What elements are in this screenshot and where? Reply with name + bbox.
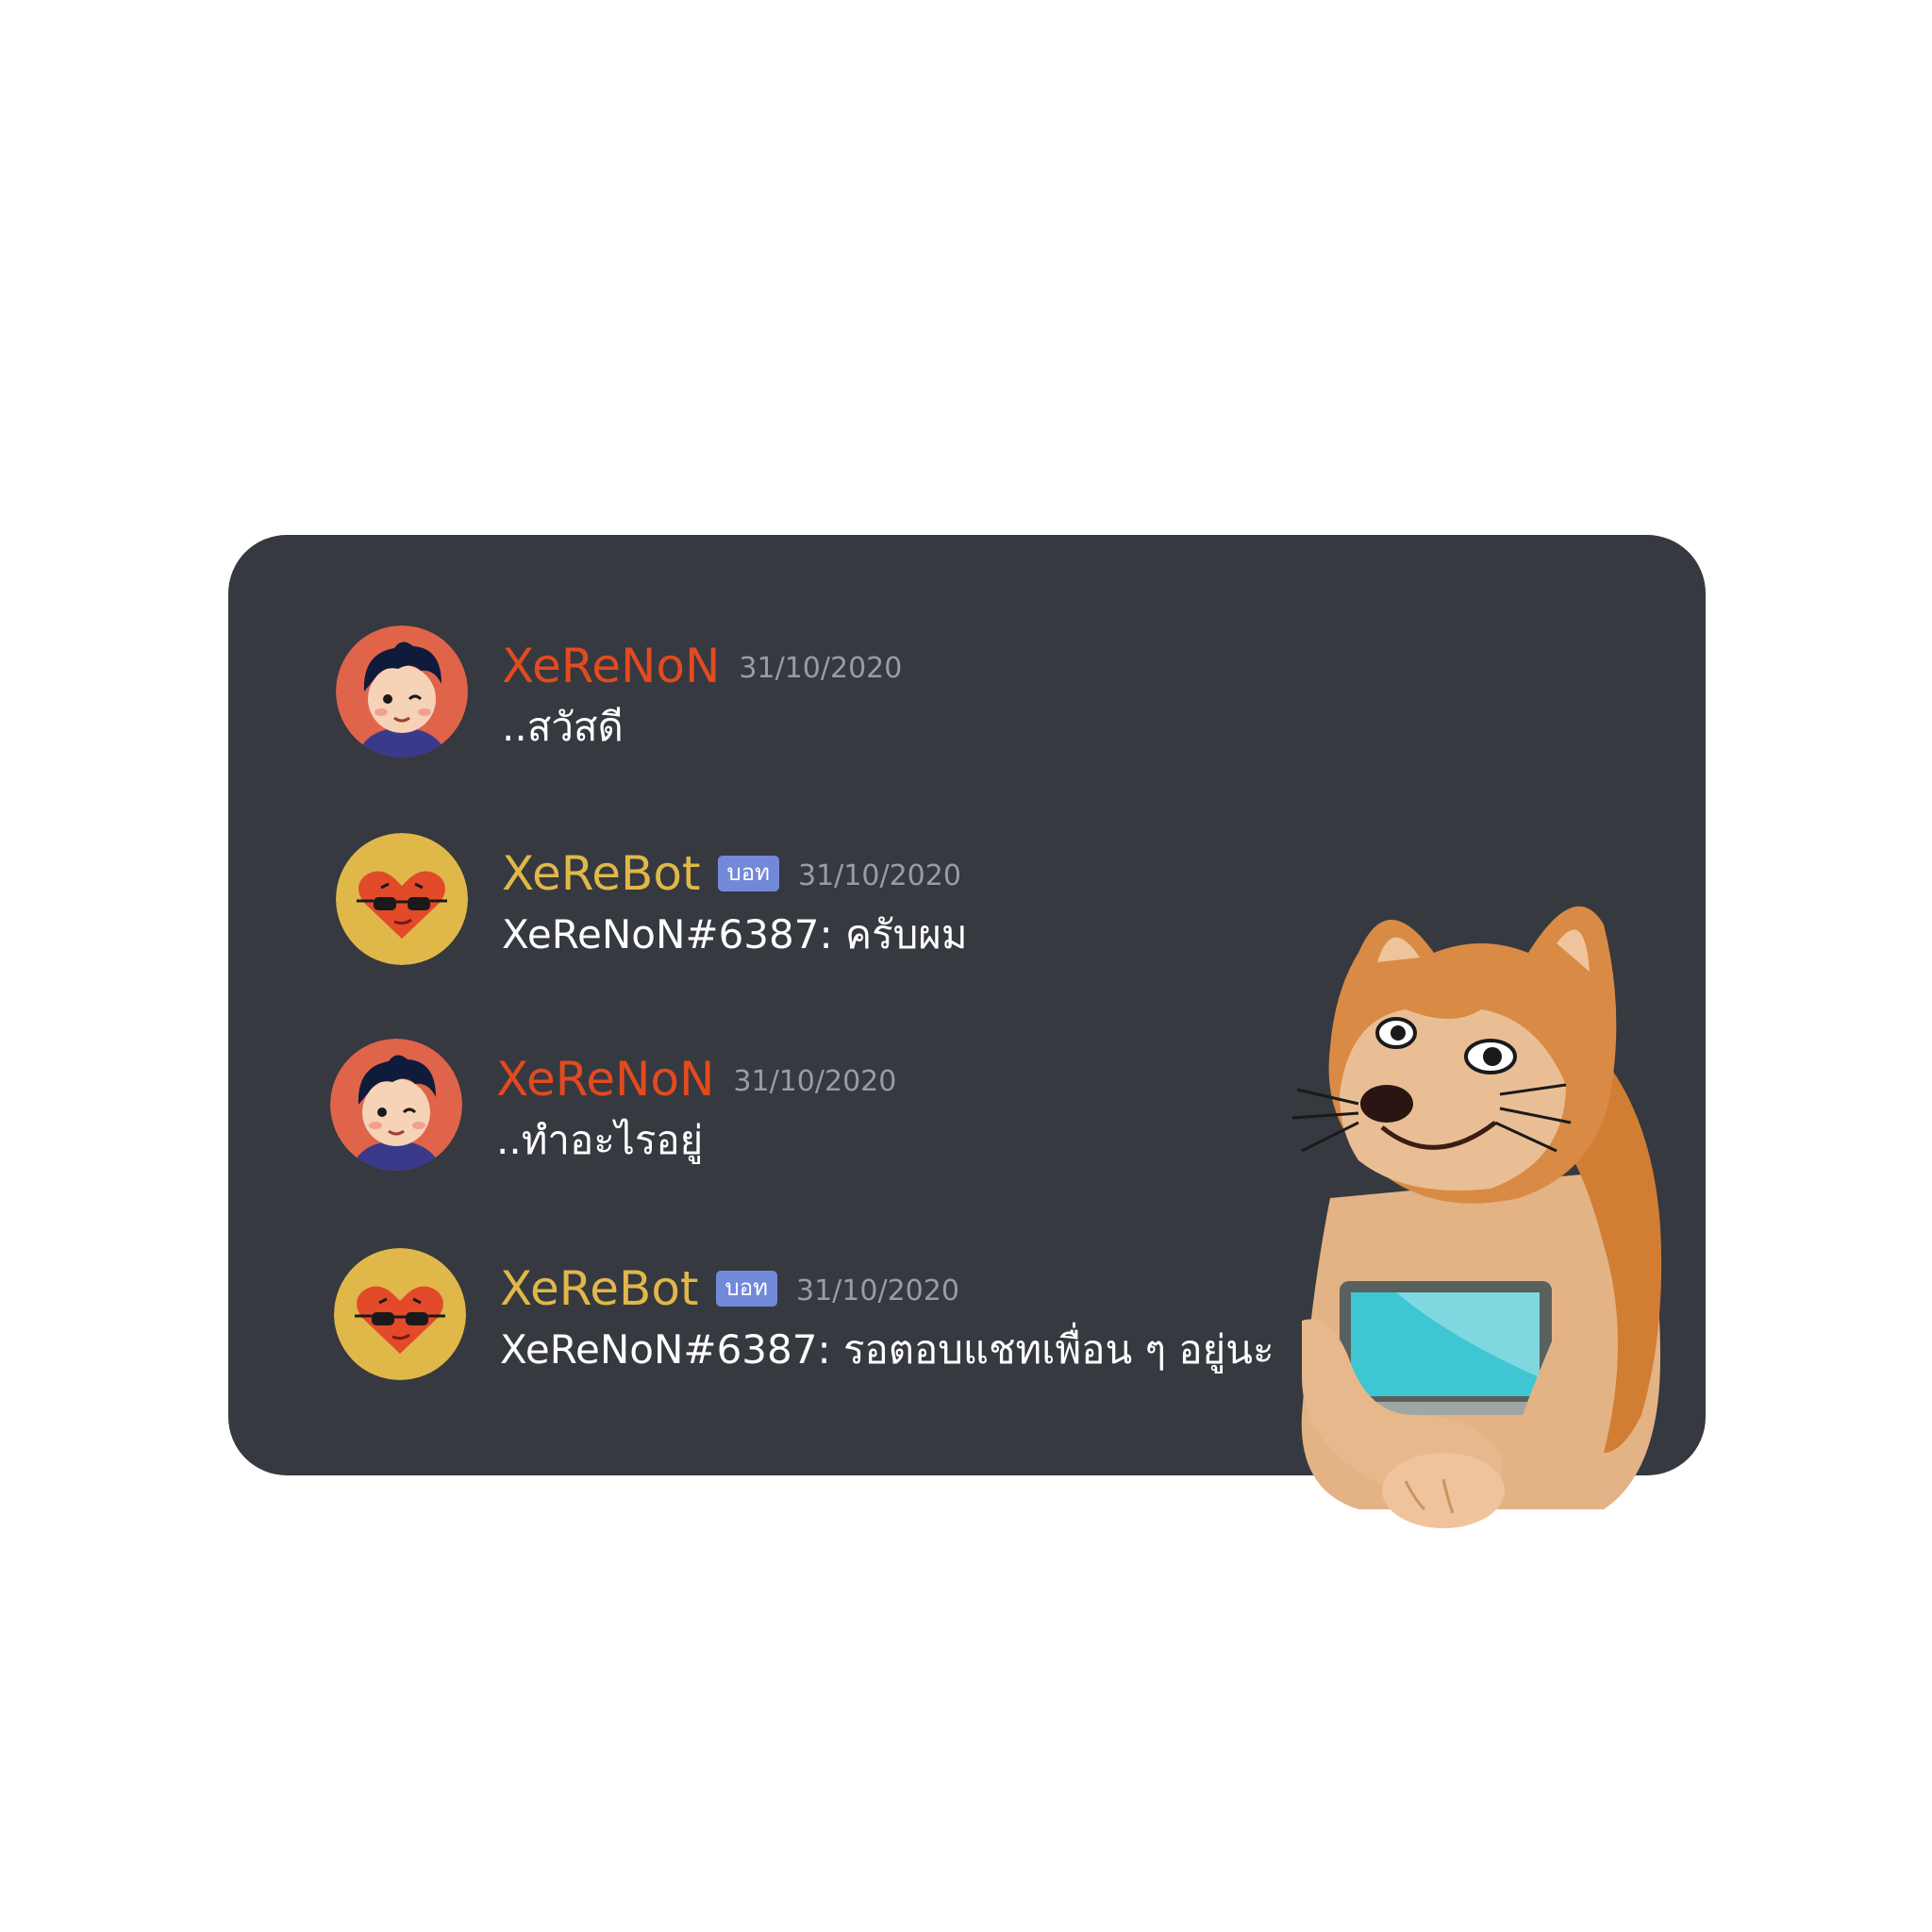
boy-avatar-icon[interactable]: [330, 1039, 462, 1171]
bot-tag: บอท: [715, 1271, 777, 1307]
message-text: ..สวัสดี: [502, 704, 624, 750]
heart-sunglasses-avatar-icon[interactable]: [334, 1248, 466, 1380]
boy-avatar-icon[interactable]: [336, 625, 468, 758]
heart-sunglasses-avatar-icon[interactable]: [336, 833, 468, 965]
timestamp: 31/10/2020: [798, 859, 961, 892]
timestamp: 31/10/2020: [733, 1065, 897, 1098]
bot-tag: บอท: [717, 856, 779, 891]
page: XeReNoN 31/10/2020 ..สวัสดี XeReBot บอท …: [0, 0, 1932, 1932]
chat-message: XeReNoN 31/10/2020 ..สวัสดี: [228, 625, 1455, 767]
username[interactable]: XeReNoN: [496, 1051, 714, 1108]
message-header: XeReNoN 31/10/2020: [502, 635, 1540, 697]
timestamp: 31/10/2020: [796, 1274, 959, 1307]
message-body: XeReNoN 31/10/2020 ..สวัสดี: [502, 635, 1540, 754]
username[interactable]: XeReBot: [502, 845, 701, 902]
username[interactable]: XeReNoN: [502, 638, 720, 694]
timestamp: 31/10/2020: [739, 652, 903, 685]
doge-with-laptop-icon: [1245, 887, 1689, 1585]
username[interactable]: XeReBot: [500, 1260, 699, 1317]
